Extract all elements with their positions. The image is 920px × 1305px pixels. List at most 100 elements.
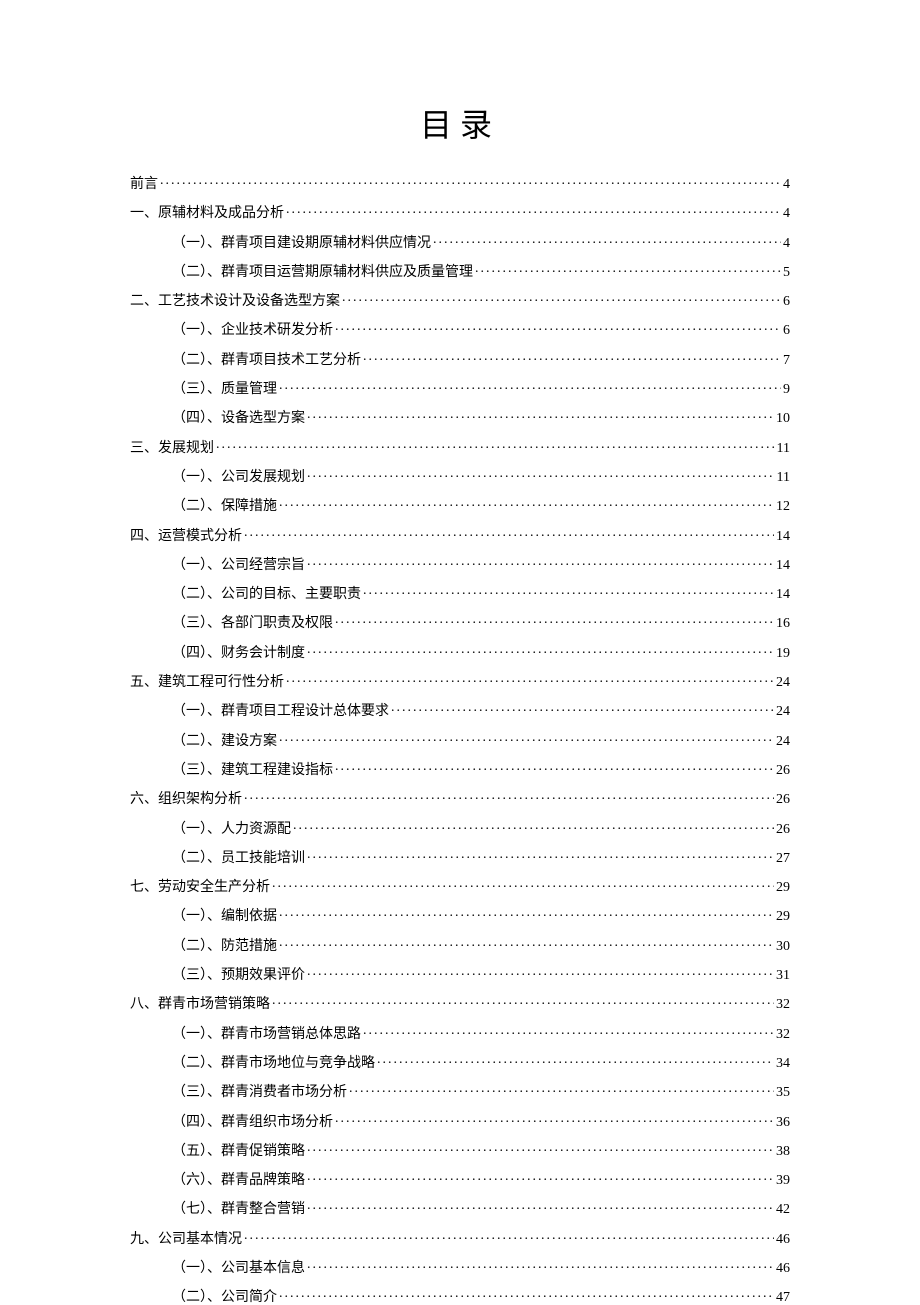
toc-entry-page: 32: [776, 998, 790, 1012]
toc-entry-page: 29: [776, 910, 790, 924]
toc-entry-label: 七、劳动安全生产分析: [130, 881, 270, 895]
toc-entry-page: 32: [776, 1028, 790, 1042]
toc-leader-dots: [272, 994, 774, 1008]
toc-leader-dots: [279, 1287, 774, 1301]
toc-leader-dots: [307, 965, 774, 979]
toc-entry-label: （六）、群青品牌策略: [172, 1174, 305, 1188]
toc-leader-dots: [342, 291, 781, 305]
toc-entry-label: （四）、群青组织市场分析: [172, 1116, 333, 1130]
toc-entry-label: 一、原辅材料及成品分析: [130, 207, 284, 221]
toc-leader-dots: [293, 819, 774, 833]
toc-entry-label: （三）、群青消费者市场分析: [172, 1086, 347, 1100]
toc-entry-page: 26: [776, 764, 790, 778]
toc-entry-page: 36: [776, 1116, 790, 1130]
toc-entry: （一）、群青市场营销总体思路32: [130, 1024, 790, 1042]
toc-entry-page: 14: [776, 588, 790, 602]
toc-leader-dots: [307, 467, 775, 481]
toc-entry: 九、公司基本情况 46: [130, 1229, 790, 1247]
toc-entry-page: 12: [776, 500, 790, 514]
toc-entry: （五）、群青促销策略38: [130, 1141, 790, 1159]
toc-entry-label: （四）、设备选型方案: [172, 412, 305, 426]
toc-entry-page: 35: [776, 1086, 790, 1100]
toc-entry-page: 9: [783, 383, 790, 397]
toc-entry: （一）、企业技术研发分析6: [130, 320, 790, 338]
toc-leader-dots: [335, 613, 774, 627]
toc-entry-page: 46: [776, 1262, 790, 1276]
toc-entry-label: 六、组织架构分析: [130, 793, 242, 807]
toc-entry-label: （三）、预期效果评价: [172, 969, 305, 983]
toc-entry-page: 30: [776, 940, 790, 954]
toc-entry-label: （二）、群青项目技术工艺分析: [172, 354, 361, 368]
toc-leader-dots: [391, 701, 774, 715]
toc-entry: 三、发展规划 11: [130, 438, 790, 456]
toc-entry-label: （二）、防范措施: [172, 940, 277, 954]
toc-entry: （一）、群青项目建设期原辅材料供应情况4: [130, 233, 790, 251]
toc-entry-page: 24: [776, 676, 790, 690]
toc-entry: （二）、群青市场地位与竞争战略34: [130, 1053, 790, 1071]
toc-leader-dots: [335, 320, 781, 334]
toc-entry-page: 5: [783, 266, 790, 280]
toc-entry-page: 10: [776, 412, 790, 426]
toc-entry: （三）、质量管理9: [130, 379, 790, 397]
toc-leader-dots: [335, 760, 774, 774]
toc-entry-label: （二）、建设方案: [172, 735, 277, 749]
toc-entry: （四）、设备选型方案 10: [130, 408, 790, 426]
toc-entry: （一）、公司基本信息46: [130, 1258, 790, 1276]
toc-entry-label: 九、公司基本情况: [130, 1233, 242, 1247]
toc-entry-label: （一）、人力资源配: [172, 823, 291, 837]
toc-entry-label: 二、工艺技术设计及设备选型方案: [130, 295, 340, 309]
toc-entry-label: （二）、员工技能培训: [172, 852, 305, 866]
toc-leader-dots: [279, 906, 774, 920]
toc-entry-page: 14: [776, 559, 790, 573]
toc-leader-dots: [307, 1141, 774, 1155]
toc-entry-page: 42: [776, 1203, 790, 1217]
toc-entry-label: （二）、群青项目运营期原辅材料供应及质量管理: [172, 266, 473, 280]
toc-entry: （二）、公司的目标、主要职责 14: [130, 584, 790, 602]
toc-entry-label: （四）、财务会计制度: [172, 647, 305, 661]
toc-leader-dots: [279, 936, 774, 950]
toc-entry: （六）、群青品牌策略 39: [130, 1170, 790, 1188]
toc-entry: 六、组织架构分析26: [130, 789, 790, 807]
toc-leader-dots: [433, 233, 781, 247]
toc-entry-page: 46: [776, 1233, 790, 1247]
toc-entry-page: 16: [776, 617, 790, 631]
toc-leader-dots: [244, 1229, 774, 1243]
toc-entry: （三）、预期效果评价31: [130, 965, 790, 983]
toc-entry: （二）、建设方案24: [130, 731, 790, 749]
toc-entry-page: 6: [783, 295, 790, 309]
toc-leader-dots: [307, 848, 774, 862]
toc-entry: （七）、群青整合营销42: [130, 1199, 790, 1217]
toc-title: 目录: [130, 100, 790, 146]
toc-entry-label: （二）、群青市场地位与竞争战略: [172, 1057, 375, 1071]
toc-leader-dots: [363, 1024, 774, 1038]
toc-entry-label: （三）、建筑工程建设指标: [172, 764, 333, 778]
toc-entry: （三）、建筑工程建设指标 26: [130, 760, 790, 778]
toc-leader-dots: [244, 526, 774, 540]
toc-leader-dots: [363, 584, 774, 598]
toc-entry-label: 三、发展规划: [130, 442, 214, 456]
toc-entry-page: 39: [776, 1174, 790, 1188]
toc-entry-label: 五、建筑工程可行性分析: [130, 676, 284, 690]
toc-leader-dots: [216, 438, 775, 452]
toc-leader-dots: [279, 379, 781, 393]
toc-leader-dots: [272, 877, 774, 891]
toc-leader-dots: [307, 1170, 774, 1184]
toc-entry-label: 前言: [130, 178, 158, 192]
toc-entry: （二）、员工技能培训27: [130, 848, 790, 866]
toc-entry-page: 26: [776, 823, 790, 837]
toc-entry-label: （一）、群青项目工程设计总体要求: [172, 705, 389, 719]
toc-leader-dots: [279, 731, 774, 745]
toc-entry-page: 24: [776, 705, 790, 719]
toc-entry-page: 11: [777, 442, 790, 456]
toc-leader-dots: [335, 1112, 774, 1126]
toc-entry: 二、工艺技术设计及设备选型方案 6: [130, 291, 790, 309]
toc-leader-dots: [244, 789, 774, 803]
toc-entry-label: （二）、公司的目标、主要职责: [172, 588, 361, 602]
toc-entry: （二）、群青项目运营期原辅材料供应及质量管理 5: [130, 262, 790, 280]
toc-entry: 前言4: [130, 174, 790, 192]
toc-entry-label: （三）、各部门职责及权限: [172, 617, 333, 631]
toc-entry: 七、劳动安全生产分析29: [130, 877, 790, 895]
toc-entry-label: （一）、企业技术研发分析: [172, 324, 333, 338]
toc-entry-page: 11: [777, 471, 790, 485]
toc-entry-page: 38: [776, 1145, 790, 1159]
